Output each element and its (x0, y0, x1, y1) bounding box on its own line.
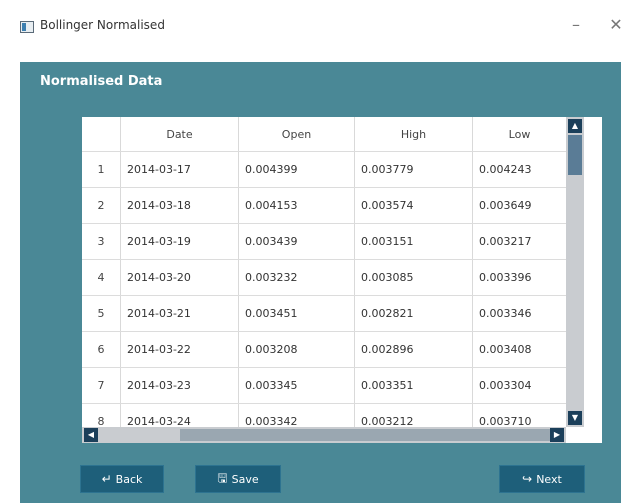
cell-high[interactable]: 0.003212 (354, 404, 472, 427)
cell-date[interactable]: 2014-03-18 (120, 188, 238, 223)
row-index: 3 (97, 235, 105, 248)
table-row[interactable]: 6 2014-03-22 0.003208 0.002896 0.003408 (82, 331, 566, 367)
cell-low[interactable]: 0.004243 (472, 152, 566, 187)
scroll-left-icon[interactable]: ◀ (84, 428, 98, 442)
cell-date[interactable]: 2014-03-20 (120, 260, 238, 295)
header-index-corner[interactable] (82, 117, 120, 151)
table-row[interactable]: 3 2014-03-19 0.003439 0.003151 0.003217 (82, 223, 566, 259)
table-row[interactable]: 4 2014-03-20 0.003232 0.003085 0.003396 (82, 259, 566, 295)
save-button[interactable]: 🖫 Save (195, 465, 281, 493)
minimize-button[interactable]: – (564, 14, 588, 36)
cell-date[interactable]: 2014-03-21 (120, 296, 238, 331)
table-row[interactable]: 2 2014-03-18 0.004153 0.003574 0.003649 (82, 187, 566, 223)
table-row[interactable]: 8 2014-03-24 0.003342 0.003212 0.003710 (82, 403, 566, 427)
cell-date[interactable]: 2014-03-19 (120, 224, 238, 259)
scroll-right-icon[interactable]: ▶ (550, 428, 564, 442)
cell-open[interactable]: 0.004399 (238, 152, 354, 187)
forward-arrow-icon: ↪ (522, 472, 533, 486)
cell-high[interactable]: 0.003351 (354, 368, 472, 403)
app-window: Bollinger Normalised – ✕ Normalised Data… (0, 0, 638, 503)
row-index: 4 (97, 271, 105, 284)
cell-high[interactable]: 0.003574 (354, 188, 472, 223)
row-index: 2 (97, 199, 105, 212)
cell-open[interactable]: 0.003342 (238, 404, 354, 427)
row-index: 7 (97, 379, 105, 392)
cell-high[interactable]: 0.002821 (354, 296, 472, 331)
table-header: Date Open High Low (82, 117, 566, 151)
column-header-high[interactable]: High (354, 117, 472, 151)
cell-open[interactable]: 0.003345 (238, 368, 354, 403)
column-header-open[interactable]: Open (238, 117, 354, 151)
back-button[interactable]: ↵ Back (80, 465, 164, 493)
next-button-label: Next (536, 472, 562, 486)
table-row[interactable]: 7 2014-03-23 0.003345 0.003351 0.003304 (82, 367, 566, 403)
cell-high[interactable]: 0.002896 (354, 332, 472, 367)
cell-open[interactable]: 0.003439 (238, 224, 354, 259)
cell-high[interactable]: 0.003085 (354, 260, 472, 295)
app-icon (20, 21, 34, 33)
scroll-up-icon[interactable]: ▲ (568, 119, 582, 133)
cell-low[interactable]: 0.003217 (472, 224, 566, 259)
normalised-data-panel: Normalised Data Date Open High Low 1 201… (20, 62, 621, 503)
save-button-label: Save (231, 472, 259, 486)
table-row[interactable]: 5 2014-03-21 0.003451 0.002821 0.003346 (82, 295, 566, 331)
column-header-date[interactable]: Date (120, 117, 238, 151)
cell-open[interactable]: 0.004153 (238, 188, 354, 223)
row-index: 8 (97, 415, 105, 427)
window-title: Bollinger Normalised (40, 18, 165, 32)
cell-high[interactable]: 0.003779 (354, 152, 472, 187)
row-index: 1 (97, 163, 105, 176)
cell-low[interactable]: 0.003408 (472, 332, 566, 367)
back-arrow-icon: ↵ (101, 472, 112, 486)
vertical-scroll-thumb[interactable] (568, 135, 582, 175)
cell-low[interactable]: 0.003346 (472, 296, 566, 331)
row-index: 5 (97, 307, 105, 320)
horizontal-scrollbar[interactable]: ◀ ▶ (82, 427, 566, 443)
vertical-scrollbar[interactable]: ▲ ▼ (566, 117, 584, 427)
next-button[interactable]: ↪ Next (499, 465, 585, 493)
cell-date[interactable]: 2014-03-24 (120, 404, 238, 427)
cell-low[interactable]: 0.003649 (472, 188, 566, 223)
cell-date[interactable]: 2014-03-23 (120, 368, 238, 403)
data-table: Date Open High Low 1 2014-03-17 0.004399… (82, 117, 602, 443)
column-header-low[interactable]: Low (472, 117, 566, 151)
scrollbar-corner (584, 427, 602, 443)
horizontal-scroll-thumb[interactable] (180, 429, 558, 441)
cell-low[interactable]: 0.003304 (472, 368, 566, 403)
close-button[interactable]: ✕ (604, 14, 628, 36)
cell-high[interactable]: 0.003151 (354, 224, 472, 259)
cell-low[interactable]: 0.003710 (472, 404, 566, 427)
table-grid: Date Open High Low 1 2014-03-17 0.004399… (82, 117, 566, 427)
floppy-disk-icon: 🖫 (217, 470, 228, 485)
title-bar: Bollinger Normalised – ✕ (0, 0, 638, 48)
table-row[interactable]: 1 2014-03-17 0.004399 0.003779 0.004243 (82, 151, 566, 187)
row-index: 6 (97, 343, 105, 356)
panel-title: Normalised Data (40, 74, 163, 89)
cell-open[interactable]: 0.003208 (238, 332, 354, 367)
cell-date[interactable]: 2014-03-22 (120, 332, 238, 367)
cell-open[interactable]: 0.003232 (238, 260, 354, 295)
cell-open[interactable]: 0.003451 (238, 296, 354, 331)
cell-low[interactable]: 0.003396 (472, 260, 566, 295)
cell-date[interactable]: 2014-03-17 (120, 152, 238, 187)
back-button-label: Back (115, 472, 143, 486)
scroll-down-icon[interactable]: ▼ (568, 411, 582, 425)
